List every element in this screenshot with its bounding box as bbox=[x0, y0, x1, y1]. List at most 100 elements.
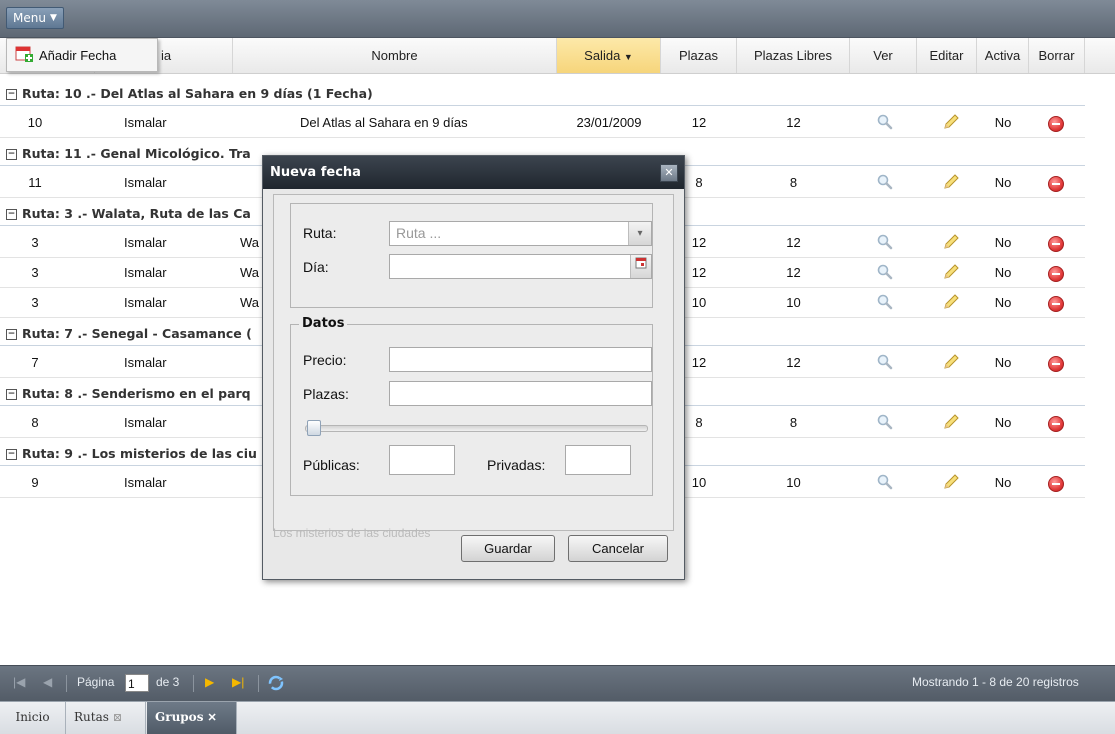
column-header-editar-label: Editar bbox=[929, 48, 964, 63]
pencil-icon[interactable] bbox=[942, 353, 960, 371]
magnifier-icon[interactable] bbox=[877, 294, 893, 310]
group-title: Ruta: 10 .- Del Atlas al Sahara en 9 día… bbox=[22, 86, 373, 101]
calendar-icon[interactable] bbox=[630, 255, 651, 278]
magnifier-icon[interactable] bbox=[877, 474, 893, 490]
collapse-icon[interactable]: − bbox=[6, 149, 17, 160]
group-title: Ruta: 3 .- Walata, Ruta de las Ca bbox=[22, 206, 251, 221]
dialog-title-bar[interactable]: Nueva fecha ✕ bbox=[263, 156, 684, 189]
collapse-icon[interactable]: − bbox=[6, 89, 17, 100]
column-header-nombre-label: Nombre bbox=[371, 48, 418, 63]
precio-label: Precio: bbox=[303, 352, 347, 368]
page-number-input[interactable]: 1 bbox=[125, 674, 149, 692]
magnifier-icon[interactable] bbox=[877, 174, 893, 190]
collapse-icon[interactable]: − bbox=[6, 449, 17, 460]
menu-button[interactable]: Menu ▼ bbox=[6, 7, 64, 29]
column-header-activa[interactable]: Activa bbox=[977, 38, 1029, 73]
cell-activa: No bbox=[994, 235, 1012, 250]
column-header-plazas-libres-label: Plazas Libres bbox=[753, 48, 833, 63]
sort-desc-icon: ▼ bbox=[623, 52, 633, 62]
cell-plazas-libres: 10 bbox=[786, 295, 801, 310]
cell-plazas-libres: 8 bbox=[789, 415, 798, 430]
table-row[interactable]: 10 Ismalar Del Atlas al Sahara en 9 días 23… bbox=[0, 108, 1085, 138]
column-header-borrar[interactable]: Borrar bbox=[1029, 38, 1085, 73]
delete-icon[interactable] bbox=[1048, 296, 1064, 312]
tab-inicio-label: Inicio bbox=[15, 710, 50, 724]
precio-input[interactable] bbox=[389, 347, 652, 372]
pencil-icon[interactable] bbox=[942, 113, 960, 131]
cell-agencia: Ismalar bbox=[124, 115, 167, 130]
delete-icon[interactable] bbox=[1048, 176, 1064, 192]
column-header-editar[interactable]: Editar bbox=[917, 38, 977, 73]
cell-agencia: Ismalar bbox=[124, 175, 167, 190]
cell-id: 10 bbox=[27, 115, 43, 130]
first-page-icon[interactable]: |◀ bbox=[13, 675, 25, 689]
magnifier-icon[interactable] bbox=[877, 234, 893, 250]
collapse-icon[interactable]: − bbox=[6, 389, 17, 400]
cell-agencia: Ismalar bbox=[124, 415, 167, 430]
column-header-ver[interactable]: Ver bbox=[850, 38, 917, 73]
group-title: Ruta: 9 .- Los misterios de las ciu bbox=[22, 446, 257, 461]
chevron-down-icon[interactable]: ▾ bbox=[628, 222, 651, 245]
cancelar-button[interactable]: Cancelar bbox=[568, 535, 668, 562]
ruta-select[interactable]: Ruta ... ▾ bbox=[389, 221, 652, 246]
dia-date-field[interactable] bbox=[389, 254, 652, 279]
magnifier-icon[interactable] bbox=[877, 114, 893, 130]
cell-id: 8 bbox=[31, 415, 39, 430]
pager-separator bbox=[66, 675, 67, 692]
column-header-activa-label: Activa bbox=[984, 48, 1021, 63]
pencil-icon[interactable] bbox=[942, 473, 960, 491]
cell-id: 3 bbox=[31, 235, 39, 250]
cell-plazas-libres: 10 bbox=[786, 475, 801, 490]
last-page-icon[interactable]: ▶| bbox=[232, 675, 244, 689]
next-page-icon[interactable]: ▶ bbox=[205, 675, 214, 689]
close-tab-icon[interactable]: ⊠ bbox=[113, 711, 122, 724]
cell-nombre: Wa bbox=[240, 235, 260, 250]
collapse-icon[interactable]: − bbox=[6, 209, 17, 220]
guardar-button[interactable]: Guardar bbox=[461, 535, 555, 562]
pencil-icon[interactable] bbox=[942, 263, 960, 281]
plazas-slider-thumb[interactable] bbox=[307, 420, 321, 436]
close-tab-icon[interactable]: ✕ bbox=[207, 711, 216, 724]
delete-icon[interactable] bbox=[1048, 356, 1064, 372]
pencil-icon[interactable] bbox=[942, 293, 960, 311]
refresh-icon[interactable] bbox=[268, 675, 284, 694]
top-toolbar: Menu ▼ bbox=[0, 0, 1115, 38]
column-header-plazas[interactable]: Plazas bbox=[661, 38, 737, 73]
column-header-salida[interactable]: Salida ▼ bbox=[557, 38, 661, 73]
delete-icon[interactable] bbox=[1048, 476, 1064, 492]
prev-page-icon[interactable]: ◀ bbox=[43, 675, 52, 689]
privadas-input[interactable] bbox=[565, 445, 631, 475]
delete-icon[interactable] bbox=[1048, 236, 1064, 252]
magnifier-icon[interactable] bbox=[877, 354, 893, 370]
cell-id: 3 bbox=[31, 265, 39, 280]
column-header-nombre[interactable]: Nombre bbox=[233, 38, 557, 73]
cell-activa: No bbox=[994, 175, 1012, 190]
delete-icon[interactable] bbox=[1048, 266, 1064, 282]
plazas-input[interactable] bbox=[389, 381, 652, 406]
pencil-icon[interactable] bbox=[942, 233, 960, 251]
cell-id: 11 bbox=[28, 175, 42, 190]
group-header[interactable]: − Ruta: 10 .- Del Atlas al Sahara en 9 dí… bbox=[0, 81, 1085, 106]
magnifier-icon[interactable] bbox=[877, 264, 893, 280]
tab-rutas-label: Rutas bbox=[74, 710, 109, 724]
magnifier-icon[interactable] bbox=[877, 414, 893, 430]
collapse-icon[interactable]: − bbox=[6, 329, 17, 340]
publicas-input[interactable] bbox=[389, 445, 455, 475]
close-icon[interactable]: ✕ bbox=[660, 164, 678, 182]
delete-icon[interactable] bbox=[1048, 416, 1064, 432]
tab-rutas[interactable]: Rutas ⊠ bbox=[66, 702, 146, 734]
tab-grupos[interactable]: Grupos ✕ bbox=[147, 702, 237, 734]
pencil-icon[interactable] bbox=[942, 413, 960, 431]
cell-activa: No bbox=[994, 475, 1012, 490]
column-header-plazas-libres[interactable]: Plazas Libres bbox=[737, 38, 850, 73]
cell-nombre: Del Atlas al Sahara en 9 días bbox=[300, 115, 468, 130]
cell-agencia: Ismalar bbox=[124, 265, 167, 280]
cell-activa: No bbox=[994, 295, 1012, 310]
menu-item-anadir-fecha[interactable]: Añadir Fecha bbox=[39, 48, 116, 63]
cell-agencia: Ismalar bbox=[124, 355, 167, 370]
plazas-slider-track[interactable] bbox=[305, 425, 648, 432]
delete-icon[interactable] bbox=[1048, 116, 1064, 132]
pencil-icon[interactable] bbox=[942, 173, 960, 191]
tab-inicio[interactable]: Inicio bbox=[0, 702, 66, 734]
tab-grupos-label: Grupos bbox=[155, 710, 204, 724]
